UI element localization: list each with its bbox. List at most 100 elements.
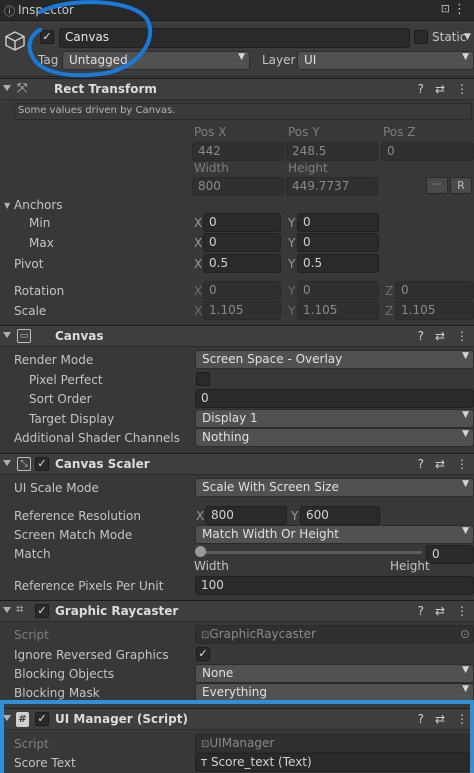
help-icon[interactable]: ? [418, 712, 424, 726]
component-header-icons: ? ⇄ ⋮ [407, 604, 468, 618]
pivot-label: Pivot [14, 257, 44, 271]
canvas-scaler-header[interactable]: ⤡ ✓ Canvas Scaler ? ⇄ ⋮ [0, 453, 474, 475]
component-menu-icon[interactable]: ⋮ [456, 712, 468, 726]
tab-menu-icon[interactable]: ⋮ [453, 2, 466, 17]
help-icon[interactable]: ? [418, 604, 424, 618]
sort-order-field[interactable]: 0 [195, 389, 474, 408]
render-mode-label: Render Mode [14, 353, 94, 367]
render-mode-dropdown[interactable]: Screen Space - Overlay ▼ [195, 350, 474, 369]
scale-x-axis: X [194, 304, 203, 318]
presets-icon[interactable]: ⇄ [435, 82, 445, 96]
blocking-objects-dropdown[interactable]: None ▼ [195, 664, 474, 683]
score-text-field[interactable]: T Score_text (Text) [195, 753, 474, 772]
static-checkbox[interactable] [414, 30, 428, 44]
reference-ppu-field[interactable]: 100 [195, 576, 474, 595]
target-display-dropdown[interactable]: Display 1 ▼ [195, 409, 474, 428]
max-x-field[interactable]: 0 [203, 233, 281, 252]
component-menu-icon[interactable]: ⋮ [456, 82, 468, 96]
width-field[interactable]: 800 [192, 177, 284, 196]
ref-x-field[interactable]: 800 [205, 506, 287, 525]
help-icon[interactable]: ? [418, 457, 424, 471]
presets-icon[interactable]: ⇄ [435, 329, 445, 343]
min-x-field[interactable]: 0 [203, 213, 281, 232]
help-icon[interactable]: ? [418, 82, 424, 96]
pos-y-field[interactable]: 248.5 [286, 142, 378, 161]
score-text-value: Score_text (Text) [210, 755, 312, 769]
pivot-y-field[interactable]: 0.5 [297, 254, 379, 273]
rect-transform-header[interactable]: ⤧ Rect Transform ? ⇄ ⋮ [0, 78, 474, 100]
shader-channels-label: Additional Shader Channels [14, 431, 180, 445]
raw-edit-button[interactable]: R [450, 177, 472, 194]
scale-x-field[interactable]: 1.105 [203, 301, 281, 320]
shader-channels-dropdown[interactable]: Nothing ▼ [195, 428, 474, 447]
match-slider-thumb[interactable] [195, 546, 206, 557]
pixel-perfect-checkbox[interactable] [196, 372, 210, 386]
ref-y-field[interactable]: 600 [300, 506, 380, 525]
component-enabled-checkbox[interactable]: ✓ [35, 604, 49, 618]
pos-x-field[interactable]: 442 [192, 142, 284, 161]
collapse-arrow-icon[interactable] [3, 607, 11, 613]
height-field[interactable]: 449.7737 [286, 177, 378, 196]
scale-label: Scale [14, 304, 47, 318]
max-y-field[interactable]: 0 [297, 233, 379, 252]
rotation-label: Rotation [14, 284, 65, 298]
canvas-header[interactable]: ▭ Canvas ? ⇄ ⋮ [0, 325, 474, 347]
width-label: Width [194, 161, 229, 175]
collapse-arrow-icon[interactable] [3, 460, 11, 466]
raycaster-script-label: Script [14, 628, 49, 642]
uimanager-script-field[interactable]: ⊡UIManager [195, 734, 474, 753]
text-component-icon: T [201, 758, 208, 769]
match-value-field[interactable]: 0 [426, 545, 474, 564]
rot-z-field[interactable]: 0 [395, 281, 474, 300]
component-menu-icon[interactable]: ⋮ [456, 457, 468, 471]
canvas-scaler-icon: ⤡ [17, 457, 31, 471]
scale-y-field[interactable]: 1.105 [297, 301, 379, 320]
chevron-down-icon: ▼ [462, 410, 469, 420]
chevron-down-icon: ▼ [462, 351, 469, 361]
ref-x-axis: X [196, 509, 205, 523]
object-picker-icon[interactable]: ⊙ [460, 627, 470, 641]
component-menu-icon[interactable]: ⋮ [456, 329, 468, 343]
annotation-circle [27, 0, 153, 78]
chevron-down-icon: ▼ [238, 52, 245, 62]
component-enabled-checkbox[interactable]: ✓ [35, 712, 49, 726]
screen-match-mode-dropdown[interactable]: Match Width Or Height ▼ [195, 525, 474, 544]
component-enabled-checkbox[interactable]: ✓ [35, 457, 49, 471]
anchors-fold-icon[interactable]: ▼ [4, 201, 10, 210]
blueprint-mode-button[interactable]: ⋯ [426, 177, 448, 194]
screen-match-mode-label: Screen Match Mode [14, 528, 133, 542]
min-y-field[interactable]: 0 [297, 213, 379, 232]
match-slider-track[interactable] [200, 551, 422, 554]
reference-ppu-label: Reference Pixels Per Unit [14, 579, 164, 593]
chevron-down-icon: ▼ [462, 526, 469, 536]
collapse-arrow-icon[interactable] [3, 332, 11, 338]
lock-icon[interactable]: ⊡ [441, 2, 450, 15]
ui-manager-header[interactable]: # ✓ UI Manager (Script) ? ⇄ ⋮ [0, 708, 474, 730]
presets-icon[interactable]: ⇄ [435, 457, 445, 471]
driven-note-text: Some values driven by Canvas. [18, 105, 176, 116]
ignore-reversed-checkbox[interactable]: ✓ [196, 647, 210, 661]
component-menu-icon[interactable]: ⋮ [456, 604, 468, 618]
layer-dropdown[interactable]: UI ▼ [297, 51, 474, 70]
pos-z-field[interactable]: 0 [381, 142, 474, 161]
chevron-down-icon: ▼ [462, 684, 469, 694]
rect-transform-icon: ⤧ [17, 81, 28, 96]
collapse-arrow-icon[interactable] [3, 85, 11, 91]
raycaster-script-value: GraphicRaycaster [209, 627, 316, 641]
blocking-mask-dropdown[interactable]: Everything ▼ [195, 683, 474, 702]
pivot-x-field[interactable]: 0.5 [203, 254, 281, 273]
collapse-arrow-icon[interactable] [3, 715, 11, 721]
scale-z-field[interactable]: 1.105 [395, 301, 474, 320]
rot-y-field[interactable]: 0 [297, 281, 379, 300]
help-icon[interactable]: ? [418, 329, 424, 343]
ui-scale-mode-dropdown[interactable]: Scale With Screen Size ▼ [195, 478, 474, 497]
presets-icon[interactable]: ⇄ [435, 604, 445, 618]
graphic-raycaster-header[interactable]: ⌗ ✓ Graphic Raycaster ? ⇄ ⋮ [0, 600, 474, 622]
chevron-down-icon: ▼ [462, 479, 469, 489]
rot-x-field[interactable]: 0 [203, 281, 281, 300]
presets-icon[interactable]: ⇄ [435, 712, 445, 726]
match-height-label: Height [390, 559, 430, 573]
script-hash-icon: # [16, 712, 29, 727]
static-dropdown-arrow[interactable]: ▼ [464, 32, 471, 42]
raycaster-script-field[interactable]: ⊡GraphicRaycaster ⊙ [195, 625, 474, 644]
